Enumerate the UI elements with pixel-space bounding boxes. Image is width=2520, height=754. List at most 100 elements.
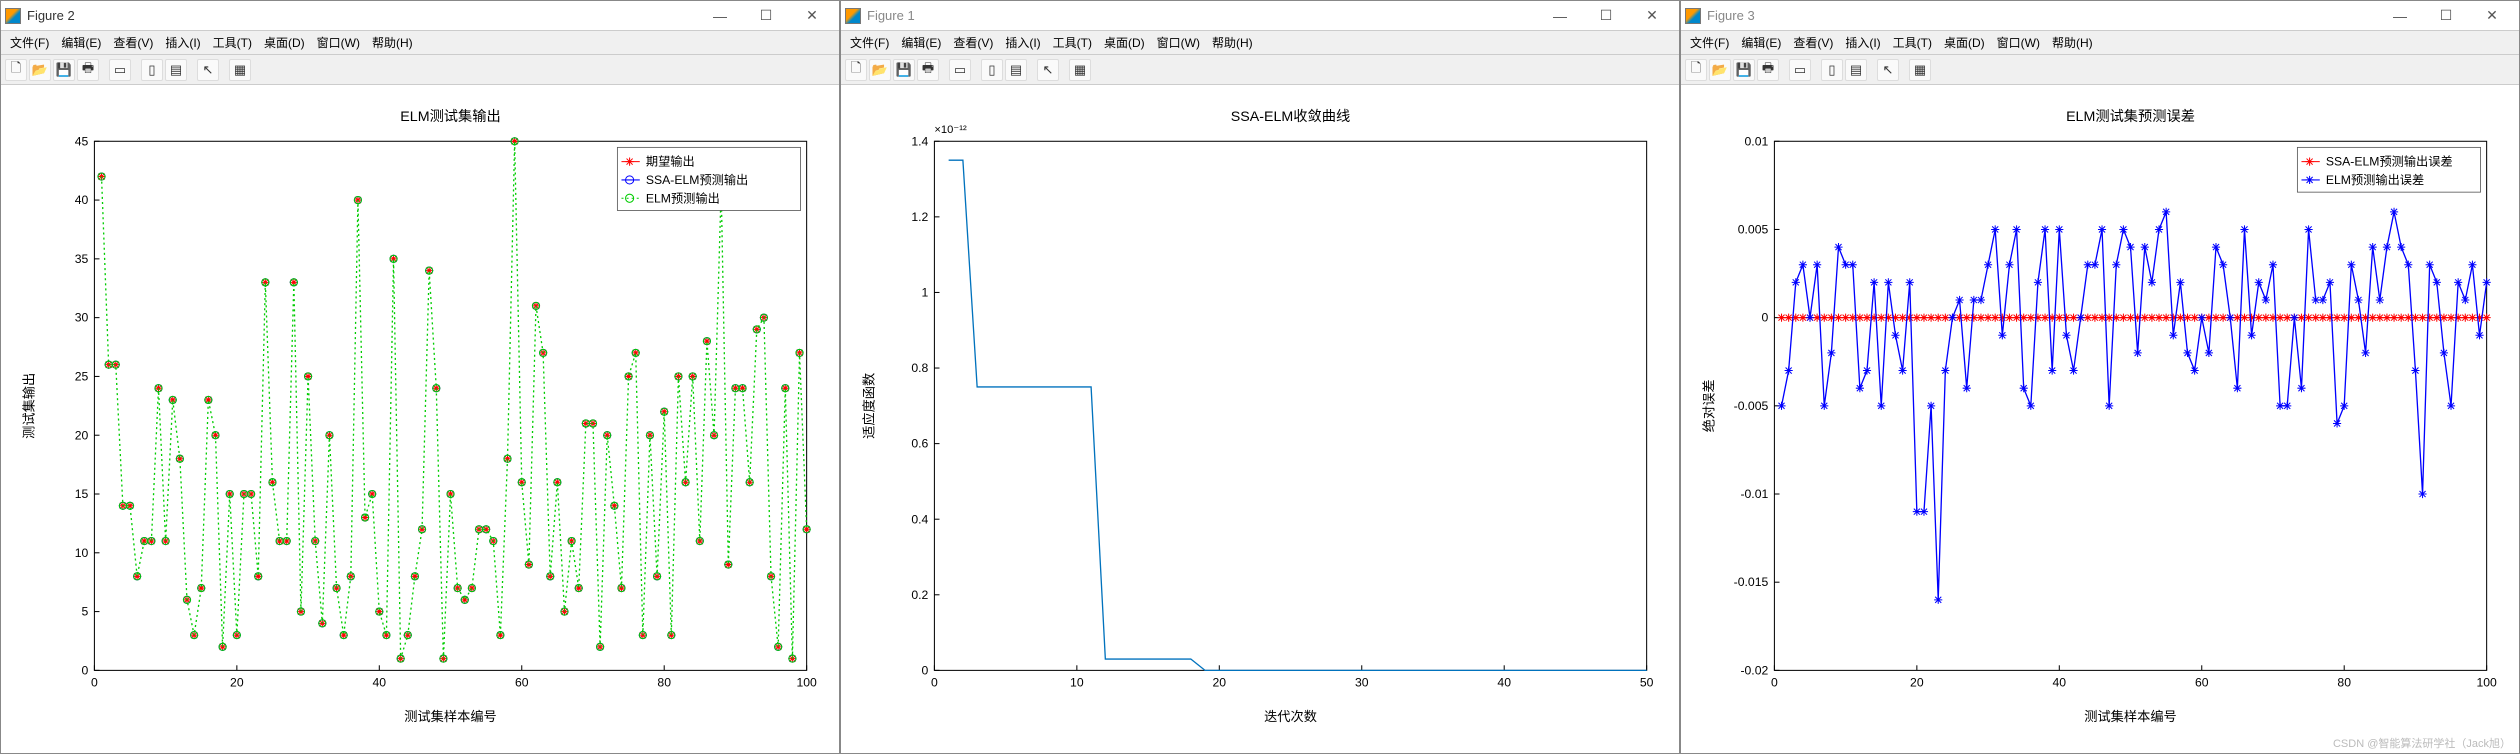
menu-insert[interactable]: 插入(I) — [1000, 32, 1045, 53]
svg-text:0: 0 — [91, 676, 98, 690]
menu-view[interactable]: 查看(V) — [108, 32, 158, 53]
svg-text:45: 45 — [75, 134, 89, 148]
plot-area-fig1: SSA-ELM收敛曲线×10⁻¹²迭代次数适应度函数0102030405000.… — [841, 85, 1679, 753]
menu-edit[interactable]: 编辑(E) — [56, 32, 106, 53]
menu-tools[interactable]: 工具(T) — [1048, 32, 1097, 53]
plot-area-fig3: ELM测试集预测误差测试集样本编号绝对误差020406080100-0.02-0… — [1681, 85, 2519, 753]
tool-new-icon[interactable]: 🗋 — [1685, 59, 1707, 81]
menu-insert[interactable]: 插入(I) — [160, 32, 205, 53]
minimize-button[interactable]: — — [2377, 1, 2423, 31]
tool-save-icon[interactable]: 💾 — [1733, 59, 1755, 81]
minimize-button[interactable]: — — [1537, 1, 1583, 31]
menu-desktop[interactable]: 桌面(D) — [259, 32, 310, 53]
tool-print-icon[interactable]: 🖶 — [77, 59, 99, 81]
tool-pointer-icon[interactable]: ↖ — [1877, 59, 1899, 81]
title-bar[interactable]: Figure 2 — ☐ ✕ — [1, 1, 839, 31]
svg-text:0.6: 0.6 — [911, 437, 928, 451]
tool-save-icon[interactable]: 💾 — [53, 59, 75, 81]
plot-area-fig2: ELM测试集输出测试集样本编号测试集输出02040608010005101520… — [1, 85, 839, 753]
tool-pointer-icon[interactable]: ↖ — [197, 59, 219, 81]
menu-bar: 文件(F) 编辑(E) 查看(V) 插入(I) 工具(T) 桌面(D) 窗口(W… — [1681, 31, 2519, 55]
window-title: Figure 3 — [1707, 8, 1755, 23]
svg-text:35: 35 — [75, 252, 89, 266]
menu-edit[interactable]: 编辑(E) — [1736, 32, 1786, 53]
menu-view[interactable]: 查看(V) — [1788, 32, 1838, 53]
tool-legend-icon[interactable]: ▤ — [1845, 59, 1867, 81]
tool-open-icon[interactable]: 📂 — [29, 59, 51, 81]
menu-desktop[interactable]: 桌面(D) — [1099, 32, 1150, 53]
menu-help[interactable]: 帮助(H) — [1207, 32, 1258, 53]
tool-legend-icon[interactable]: ▤ — [165, 59, 187, 81]
minimize-button[interactable]: — — [697, 1, 743, 31]
svg-text:25: 25 — [75, 370, 89, 384]
tool-editplot-icon[interactable]: ▦ — [1909, 59, 1931, 81]
svg-text:40: 40 — [2053, 676, 2067, 690]
svg-text:绝对误差: 绝对误差 — [1701, 379, 1716, 432]
figure-window-2: Figure 2 — ☐ ✕ 文件(F) 编辑(E) 查看(V) 插入(I) 工… — [0, 0, 840, 754]
menu-file[interactable]: 文件(F) — [845, 32, 894, 53]
tool-bar: 🗋 📂 💾 🖶 ▭ ▯ ▤ ↖ ▦ — [1, 55, 839, 85]
maximize-button[interactable]: ☐ — [743, 1, 789, 31]
tool-colorbar-icon[interactable]: ▯ — [141, 59, 163, 81]
svg-text:15: 15 — [75, 487, 89, 501]
svg-text:1.4: 1.4 — [911, 134, 928, 148]
close-button[interactable]: ✕ — [2469, 1, 2515, 31]
tool-open-icon[interactable]: 📂 — [1709, 59, 1731, 81]
tool-new-icon[interactable]: 🗋 — [5, 59, 27, 81]
matlab-icon — [845, 8, 861, 24]
svg-text:5: 5 — [81, 605, 88, 619]
svg-text:SSA-ELM预测输出: SSA-ELM预测输出 — [646, 172, 748, 187]
tool-datacursor-icon[interactable]: ▭ — [1789, 59, 1811, 81]
window-title: Figure 2 — [27, 8, 75, 23]
menu-edit[interactable]: 编辑(E) — [896, 32, 946, 53]
menu-window[interactable]: 窗口(W) — [1152, 32, 1205, 53]
close-button[interactable]: ✕ — [1629, 1, 1675, 31]
svg-text:80: 80 — [657, 676, 671, 690]
title-bar[interactable]: Figure 1 — ☐ ✕ — [841, 1, 1679, 31]
menu-view[interactable]: 查看(V) — [948, 32, 998, 53]
svg-text:0.4: 0.4 — [911, 512, 928, 526]
menu-bar: 文件(F) 编辑(E) 查看(V) 插入(I) 工具(T) 桌面(D) 窗口(W… — [841, 31, 1679, 55]
menu-help[interactable]: 帮助(H) — [2047, 32, 2098, 53]
menu-desktop[interactable]: 桌面(D) — [1939, 32, 1990, 53]
menu-file[interactable]: 文件(F) — [5, 32, 54, 53]
tool-colorbar-icon[interactable]: ▯ — [1821, 59, 1843, 81]
svg-text:测试集输出: 测试集输出 — [21, 373, 36, 439]
svg-text:-0.01: -0.01 — [1740, 487, 1768, 501]
tool-legend-icon[interactable]: ▤ — [1005, 59, 1027, 81]
tool-bar: 🗋 📂 💾 🖶 ▭ ▯ ▤ ↖ ▦ — [1681, 55, 2519, 85]
menu-tools[interactable]: 工具(T) — [1888, 32, 1937, 53]
matlab-icon — [1685, 8, 1701, 24]
tool-print-icon[interactable]: 🖶 — [1757, 59, 1779, 81]
svg-text:0.005: 0.005 — [1738, 223, 1769, 237]
maximize-button[interactable]: ☐ — [1583, 1, 1629, 31]
menu-insert[interactable]: 插入(I) — [1840, 32, 1885, 53]
svg-text:40: 40 — [75, 193, 89, 207]
title-bar[interactable]: Figure 3 — ☐ ✕ — [1681, 1, 2519, 31]
tool-editplot-icon[interactable]: ▦ — [229, 59, 251, 81]
tool-new-icon[interactable]: 🗋 — [845, 59, 867, 81]
tool-colorbar-icon[interactable]: ▯ — [981, 59, 1003, 81]
menu-window[interactable]: 窗口(W) — [312, 32, 365, 53]
svg-text:50: 50 — [1640, 676, 1654, 690]
menu-tools[interactable]: 工具(T) — [208, 32, 257, 53]
tool-save-icon[interactable]: 💾 — [893, 59, 915, 81]
menu-file[interactable]: 文件(F) — [1685, 32, 1734, 53]
maximize-button[interactable]: ☐ — [2423, 1, 2469, 31]
svg-text:0.2: 0.2 — [911, 588, 928, 602]
menu-bar: 文件(F) 编辑(E) 查看(V) 插入(I) 工具(T) 桌面(D) 窗口(W… — [1, 31, 839, 55]
tool-pointer-icon[interactable]: ↖ — [1037, 59, 1059, 81]
svg-text:20: 20 — [1213, 676, 1227, 690]
menu-help[interactable]: 帮助(H) — [367, 32, 418, 53]
tool-editplot-icon[interactable]: ▦ — [1069, 59, 1091, 81]
tool-datacursor-icon[interactable]: ▭ — [109, 59, 131, 81]
svg-text:10: 10 — [1070, 676, 1084, 690]
close-button[interactable]: ✕ — [789, 1, 835, 31]
tool-print-icon[interactable]: 🖶 — [917, 59, 939, 81]
menu-window[interactable]: 窗口(W) — [1992, 32, 2045, 53]
svg-text:测试集样本编号: 测试集样本编号 — [404, 709, 497, 724]
tool-datacursor-icon[interactable]: ▭ — [949, 59, 971, 81]
figure-window-1: Figure 1 — ☐ ✕ 文件(F) 编辑(E) 查看(V) 插入(I) 工… — [840, 0, 1680, 754]
svg-text:-0.015: -0.015 — [1734, 575, 1769, 589]
tool-open-icon[interactable]: 📂 — [869, 59, 891, 81]
